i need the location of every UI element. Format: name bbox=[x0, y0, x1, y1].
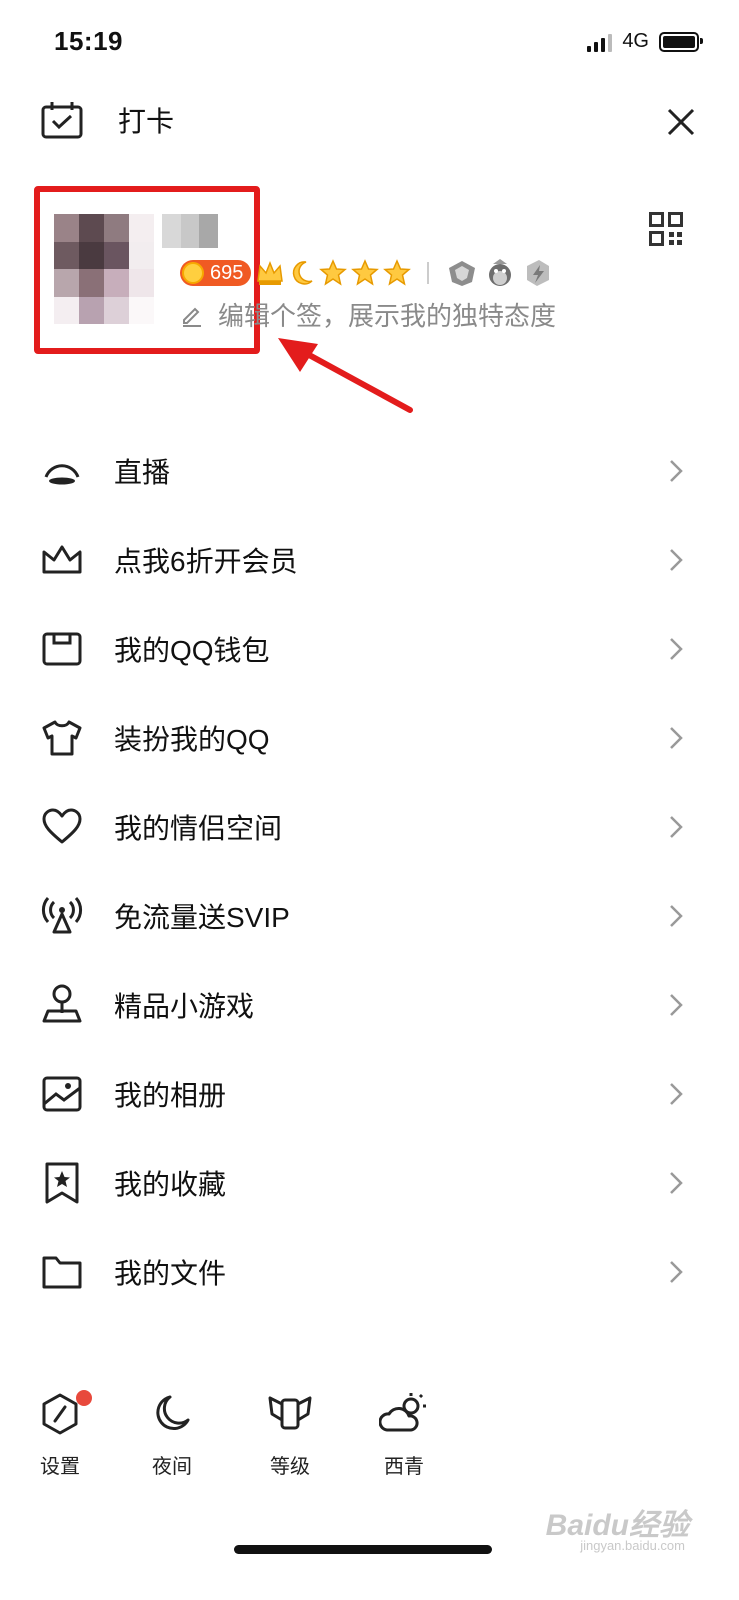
weather-button[interactable]: 西青 bbox=[354, 1392, 454, 1479]
moon-level-icon bbox=[293, 261, 313, 285]
bottom-label: 西青 bbox=[384, 1456, 424, 1478]
chevron-right-icon bbox=[670, 637, 683, 660]
chevron-right-icon bbox=[670, 548, 683, 571]
signal-icon bbox=[587, 32, 613, 52]
star-level-icon bbox=[319, 259, 348, 286]
menu-item-album[interactable]: 我的相册 bbox=[0, 1049, 739, 1138]
menu-item-vip[interactable]: 点我6折开会员 bbox=[0, 515, 739, 604]
star-level-icon bbox=[351, 259, 380, 286]
moon-icon bbox=[156, 1395, 190, 1430]
menu-item-wallet[interactable]: 我的QQ钱包 bbox=[0, 604, 739, 693]
settings-button[interactable]: 设置 bbox=[10, 1390, 110, 1479]
heart-icon bbox=[40, 805, 84, 849]
menu-item-live[interactable]: 直播 bbox=[0, 426, 739, 515]
bookmark-star-icon bbox=[40, 1161, 84, 1205]
settings-hex-icon bbox=[42, 1393, 78, 1435]
level-button[interactable]: 等级 bbox=[240, 1392, 340, 1479]
menu-item-svip[interactable]: 免流量送SVIP bbox=[0, 871, 739, 960]
menu-item-label: 装扮我的QQ bbox=[114, 723, 270, 755]
chevron-right-icon bbox=[670, 1171, 683, 1194]
chevron-right-icon bbox=[670, 1082, 683, 1105]
coin-icon bbox=[182, 262, 204, 284]
calendar-check-icon bbox=[41, 102, 83, 139]
penguin-badge-icon[interactable] bbox=[483, 258, 517, 288]
network-type: 4G bbox=[622, 30, 649, 52]
menu-item-label: 点我6折开会员 bbox=[114, 545, 298, 577]
badge-divider bbox=[427, 262, 430, 284]
menu-item-label: 精品小游戏 bbox=[114, 990, 255, 1022]
menu-item-label: 我的情侣空间 bbox=[114, 812, 283, 844]
menu-item-games[interactable]: 精品小游戏 bbox=[0, 960, 739, 1049]
chevron-right-icon bbox=[670, 993, 683, 1016]
menu-item-label: 我的QQ钱包 bbox=[114, 634, 270, 666]
menu-item-label: 免流量送SVIP bbox=[114, 901, 290, 933]
signature-row[interactable]: 编辑个签，展示我的独特态度 bbox=[180, 296, 556, 333]
chevron-right-icon bbox=[670, 1260, 683, 1283]
bottom-label: 设置 bbox=[40, 1456, 80, 1478]
checkin-label: 打卡 bbox=[118, 106, 175, 137]
star-level-icon bbox=[383, 259, 412, 286]
wallet-icon bbox=[40, 627, 84, 671]
menu-list: 直播 点我6折开会员 我的QQ钱包 装扮我的QQ 我的情侣空间 免流量送SVIP… bbox=[0, 426, 739, 1316]
status-time: 15:19 bbox=[54, 26, 123, 56]
pencil-icon bbox=[183, 307, 201, 327]
photo-album-icon bbox=[40, 1072, 84, 1116]
crown-level-icon bbox=[257, 260, 284, 285]
svip-badge-icon[interactable] bbox=[445, 258, 479, 288]
live-icon bbox=[40, 449, 84, 493]
bottom-label: 夜间 bbox=[152, 1456, 192, 1478]
menu-item-label: 我的文件 bbox=[114, 1257, 227, 1289]
notification-dot bbox=[76, 1390, 92, 1406]
checkin-button[interactable]: 打卡 bbox=[40, 100, 174, 140]
folder-icon bbox=[40, 1250, 84, 1294]
bottom-label: 等级 bbox=[270, 1456, 310, 1478]
night-mode-button[interactable]: 夜间 bbox=[122, 1392, 222, 1479]
home-indicator[interactable] bbox=[234, 1545, 492, 1554]
tshirt-icon bbox=[40, 716, 84, 760]
status-indicators: 4G bbox=[587, 30, 703, 53]
menu-item-label: 我的相册 bbox=[114, 1079, 227, 1111]
chevron-right-icon bbox=[670, 815, 683, 838]
qr-code-icon[interactable] bbox=[649, 212, 683, 246]
chevron-right-icon bbox=[670, 904, 683, 927]
game-pin-icon bbox=[40, 983, 84, 1027]
annotation-arrow bbox=[278, 338, 413, 413]
points-badge[interactable]: 695 bbox=[180, 260, 252, 286]
weather-cloud-sun-icon bbox=[379, 1393, 426, 1432]
battery-icon bbox=[659, 31, 703, 52]
menu-item-couple[interactable]: 我的情侣空间 bbox=[0, 782, 739, 871]
signature-placeholder: 编辑个签，展示我的独特态度 bbox=[218, 301, 557, 331]
menu-item-favorites[interactable]: 我的收藏 bbox=[0, 1138, 739, 1227]
menu-item-files[interactable]: 我的文件 bbox=[0, 1227, 739, 1316]
close-icon[interactable] bbox=[667, 108, 695, 136]
chevron-right-icon bbox=[670, 726, 683, 749]
menu-item-dressup[interactable]: 装扮我的QQ bbox=[0, 693, 739, 782]
badge-row: 695 bbox=[180, 258, 555, 288]
signal-tower-icon bbox=[40, 894, 84, 938]
chevron-right-icon bbox=[670, 459, 683, 482]
points-value: 695 bbox=[210, 261, 244, 284]
menu-item-label: 我的收藏 bbox=[114, 1168, 227, 1200]
menu-item-label: 直播 bbox=[114, 456, 171, 488]
watermark-url: jingyan.baidu.com bbox=[580, 1538, 685, 1553]
level-wings-icon bbox=[268, 1396, 312, 1430]
lightning-badge-icon[interactable] bbox=[521, 258, 555, 288]
crown-icon bbox=[40, 538, 84, 582]
